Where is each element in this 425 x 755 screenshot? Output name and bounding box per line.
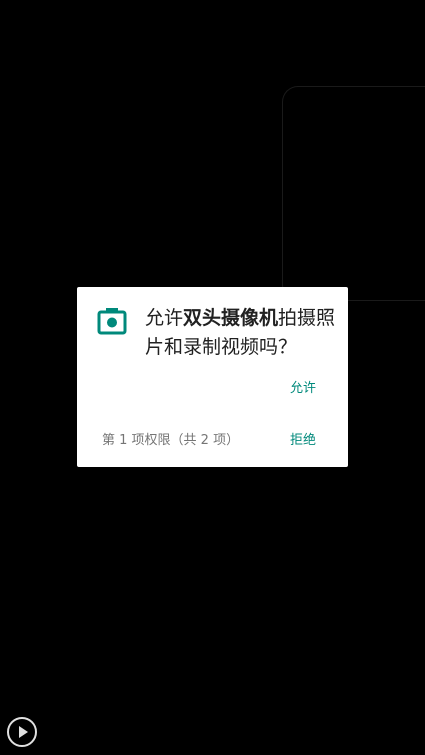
message-prefix: 允许 [145, 307, 184, 329]
app-name: 双头摄像机 [183, 307, 279, 329]
camera-icon [97, 308, 127, 335]
screen: 允许双头摄像机拍摄照片和录制视频吗？ 允许 第 1 项权限（共 2 项） 拒绝 [0, 0, 425, 755]
permission-message: 允许双头摄像机拍摄照片和录制视频吗？ [145, 304, 341, 362]
allow-button[interactable]: 允许 [290, 377, 316, 396]
play-icon[interactable] [6, 716, 38, 748]
deny-button[interactable]: 拒绝 [290, 429, 316, 448]
permission-counter: 第 1 项权限（共 2 项） [102, 433, 240, 448]
permission-dialog: 允许双头摄像机拍摄照片和录制视频吗？ 允许 第 1 项权限（共 2 项） 拒绝 [77, 287, 348, 467]
camera-preview-frame [282, 86, 425, 301]
